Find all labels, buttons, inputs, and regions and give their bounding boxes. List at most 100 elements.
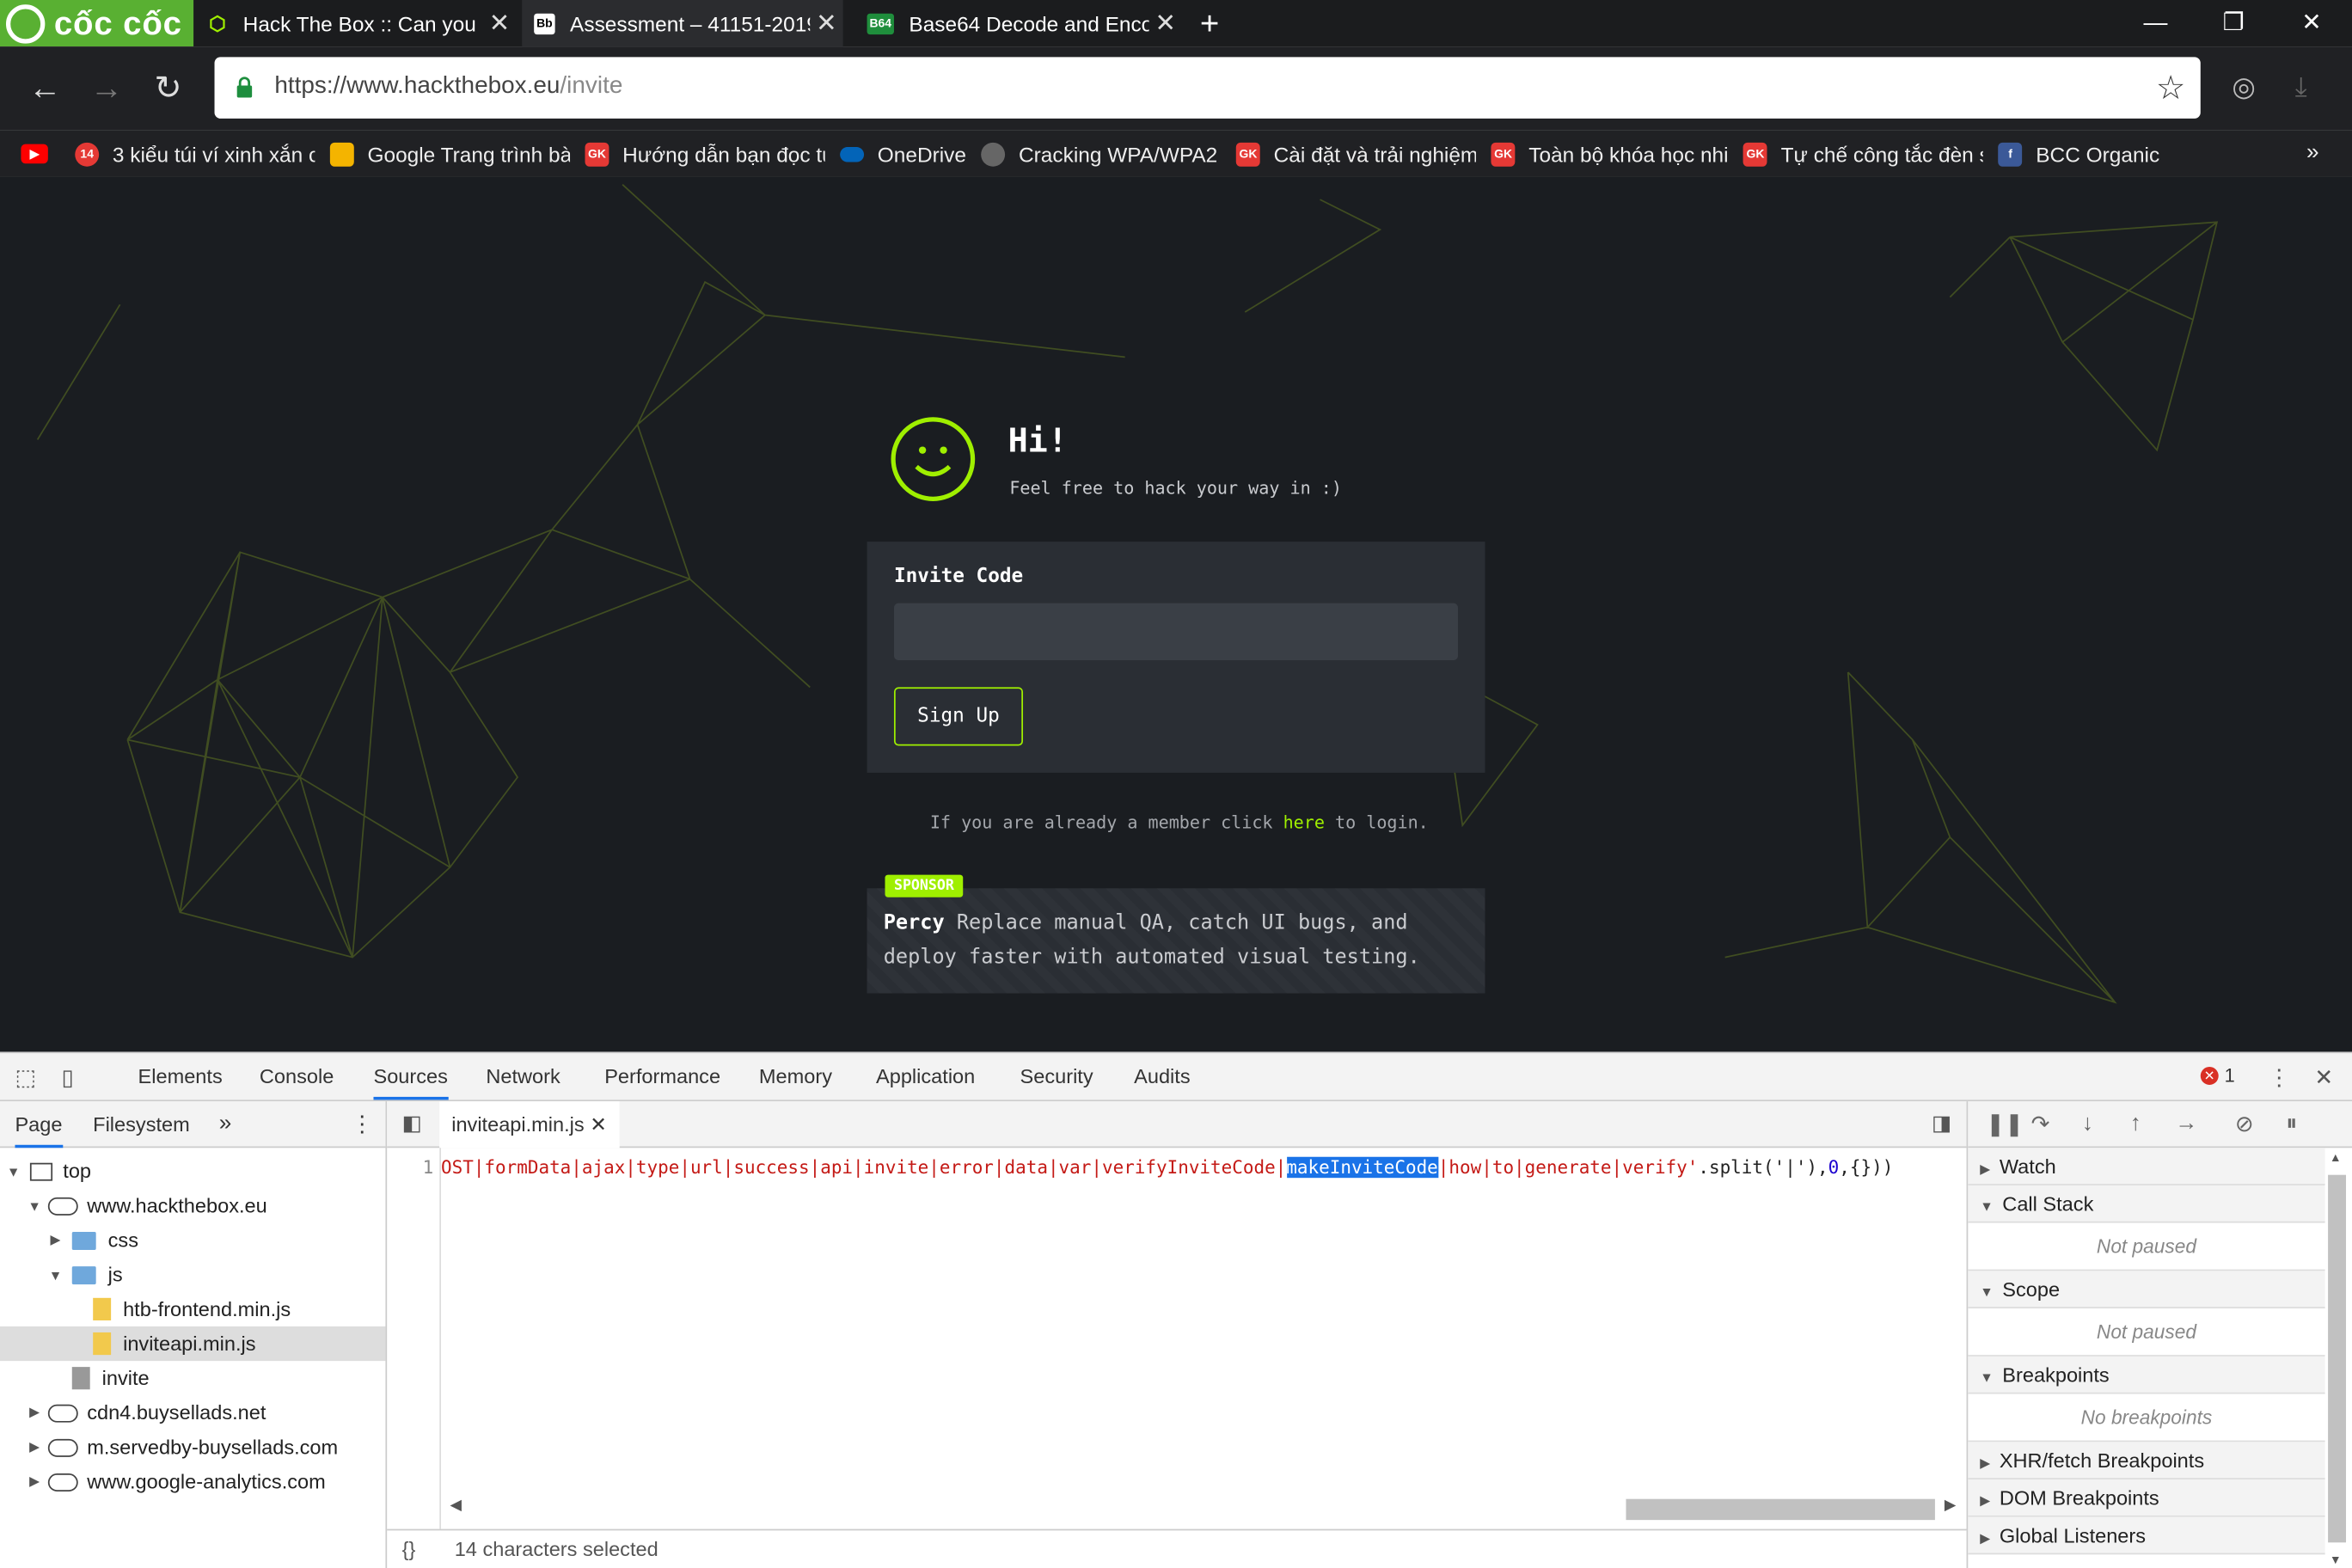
tab-memory[interactable]: Memory (759, 1053, 832, 1099)
section-breakpoints[interactable]: ▼ Breakpoints (1968, 1356, 2325, 1394)
expand-arrow-icon[interactable]: ▶ (27, 1473, 41, 1490)
error-counter[interactable]: ✕ 1 (2200, 1065, 2235, 1087)
section-dom-breakpoints[interactable]: ▶ DOM Breakpoints (1968, 1479, 2325, 1517)
scroll-left-icon[interactable]: ◀ (450, 1498, 461, 1514)
expand-arrow-icon[interactable]: ▼ (27, 1198, 41, 1213)
step-out-icon[interactable]: ↑ (2130, 1111, 2141, 1136)
pause-on-exceptions-icon[interactable]: ⏸ (2286, 1111, 2297, 1136)
close-tab-icon[interactable]: ✕ (1149, 9, 1182, 39)
tree-item-invite[interactable]: invite (0, 1361, 385, 1395)
close-tab-icon[interactable]: ✕ (810, 9, 842, 39)
tab-elements[interactable]: Elements (138, 1053, 223, 1099)
incognito-icon[interactable]: ◎ (2232, 72, 2255, 104)
step-over-icon[interactable]: ↷ (2031, 1111, 2050, 1137)
section-call-stack[interactable]: ▼ Call Stack (1968, 1185, 2325, 1223)
close-window-icon[interactable]: ✕ (2273, 0, 2351, 46)
bookmark-item[interactable]: GK Cài đặt và trải nghiệm (1236, 141, 1476, 166)
tab-assessment[interactable]: Bb Assessment – 41151-2019 ✕ (522, 0, 843, 47)
step-icon[interactable]: → (2175, 1111, 2197, 1136)
bookmark-item[interactable]: Google Trang trình bà (329, 141, 570, 166)
section-scope[interactable]: ▼ Scope (1968, 1271, 2325, 1309)
invite-code-input[interactable] (893, 603, 1459, 660)
deactivate-breakpoints-icon[interactable]: ⊘ (2235, 1111, 2254, 1137)
new-tab-button[interactable]: + (1200, 0, 1219, 46)
close-devtools-icon[interactable]: ✕ (2314, 1064, 2333, 1091)
debugger-scrollbar[interactable]: ▲ ▼ (2324, 1151, 2350, 1568)
section-xhr-breakpoints[interactable]: ▶ XHR/fetch Breakpoints (1968, 1442, 2325, 1480)
kebab-menu-icon[interactable]: ⋮ (2268, 1064, 2290, 1091)
minimize-icon[interactable]: — (2116, 0, 2195, 46)
tree-item-css[interactable]: ▶ css (0, 1223, 385, 1258)
restore-icon[interactable]: ❐ (2195, 0, 2273, 46)
bookmark-item[interactable]: GK Toàn bộ khóa học nhi (1491, 141, 1729, 166)
login-link[interactable]: here (1283, 812, 1325, 832)
sign-up-button[interactable]: Sign Up (893, 687, 1024, 746)
tab-audits[interactable]: Audits (1134, 1053, 1190, 1099)
more-tabs-icon[interactable]: » (219, 1111, 232, 1136)
scroll-up-icon[interactable]: ▲ (2330, 1151, 2342, 1165)
tree-item-buysellads[interactable]: ▶ cdn4.buysellads.net (0, 1395, 385, 1430)
section-watch[interactable]: ▶ Watch (1968, 1148, 2325, 1185)
tab-base64[interactable]: B64 Base64 Decode and Encoc ✕ (855, 0, 1182, 46)
bookmark-item[interactable]: 14 3 kiểu túi ví xinh xắn c (75, 141, 315, 166)
tab-page[interactable]: Page (15, 1113, 63, 1148)
scroll-right-icon[interactable]: ▶ (1945, 1498, 1956, 1514)
forward-arrow-icon[interactable]: → (87, 69, 126, 107)
tree-item-top[interactable]: ▼ top (0, 1154, 385, 1188)
tab-console[interactable]: Console (260, 1053, 334, 1099)
tree-item-htb-frontend[interactable]: htb-frontend.min.js (0, 1292, 385, 1326)
scroll-down-icon[interactable]: ▼ (2330, 1553, 2342, 1567)
tree-item-google-analytics[interactable]: ▶ www.google-analytics.com (0, 1465, 385, 1499)
tab-sources[interactable]: Sources (373, 1053, 448, 1100)
step-into-icon[interactable]: ↓ (2082, 1111, 2093, 1136)
tab-network[interactable]: Network (486, 1053, 560, 1099)
file-tab-label: inviteapi.min.js (451, 1113, 585, 1136)
tree-item-hackthebox[interactable]: ▼ www.hackthebox.eu (0, 1188, 385, 1222)
inspect-element-icon[interactable]: ⬚ (15, 1064, 36, 1091)
reload-icon[interactable]: ↻ (149, 69, 187, 107)
close-tab-icon[interactable]: ✕ (483, 9, 516, 39)
bookmark-item[interactable]: GK Hướng dẫn bạn đọc tự (585, 141, 825, 166)
expand-arrow-icon[interactable]: ▼ (48, 1267, 63, 1282)
tab-performance[interactable]: Performance (604, 1053, 720, 1099)
bookmark-item[interactable]: GK Tự chế công tắc đèn s (1743, 141, 1983, 166)
sponsor-box[interactable]: Percy Replace manual QA, catch UI bugs, … (867, 888, 1485, 994)
expand-arrow-icon[interactable]: ▶ (48, 1232, 63, 1248)
toggle-navigator-icon[interactable]: ◧ (402, 1111, 422, 1136)
error-count: 1 (2224, 1065, 2235, 1087)
tab-application[interactable]: Application (876, 1053, 975, 1099)
expand-arrow-icon[interactable]: ▶ (27, 1439, 41, 1455)
scrollbar-thumb[interactable] (1626, 1498, 1935, 1521)
tab-security[interactable]: Security (1020, 1053, 1093, 1099)
tab-title: Hack The Box :: Can you h (242, 11, 483, 36)
scrollbar-thumb[interactable] (2328, 1174, 2347, 1543)
bookmark-item[interactable]: Cracking WPA/WPA2 | (981, 141, 1222, 166)
tab-filesystem[interactable]: Filesystem (93, 1113, 190, 1136)
pause-icon[interactable]: ❚❚ (1986, 1111, 2024, 1137)
code-line[interactable]: OST|formData|ajax|type|url|success|api|i… (441, 1156, 1893, 1179)
close-file-icon[interactable]: ✕ (590, 1113, 607, 1136)
bookmarks-more-icon[interactable]: » (2306, 139, 2319, 165)
tree-item-inviteapi[interactable]: inviteapi.min.js (0, 1326, 386, 1362)
device-toolbar-icon[interactable]: ▯ (62, 1064, 74, 1091)
bookmark-item[interactable]: ▶ (21, 144, 59, 164)
expand-arrow-icon[interactable]: ▶ (27, 1405, 41, 1421)
bookmark-star-icon[interactable]: ☆ (2156, 69, 2185, 107)
toggle-debugger-icon[interactable]: ◨ (1932, 1111, 1951, 1136)
navigator-menu-icon[interactable]: ⋮ (351, 1111, 373, 1137)
bookmark-item[interactable]: OneDrive (840, 142, 966, 166)
coccoc-logo[interactable]: cốc cốc (0, 0, 194, 47)
section-global-listeners[interactable]: ▶ Global Listeners (1968, 1516, 2325, 1555)
back-arrow-icon[interactable]: ← (26, 69, 64, 107)
download-icon[interactable]: ⤓ (2295, 72, 2307, 104)
tree-item-js[interactable]: ▼ js (0, 1258, 385, 1292)
address-bar[interactable]: https://www.hackthebox.eu/invite ☆ (214, 57, 2201, 119)
bookmark-item[interactable]: f BCC Organic (1998, 141, 2159, 166)
tree-item-servedby[interactable]: ▶ m.servedby-buysellads.com (0, 1430, 385, 1464)
pretty-print-icon[interactable]: {} (402, 1538, 416, 1560)
horizontal-scrollbar[interactable]: ◀ ▶ (441, 1494, 1959, 1521)
bookmark-label: OneDrive (877, 141, 966, 166)
tab-hackthebox[interactable]: ⬡ Hack The Box :: Can you h ✕ (195, 0, 516, 46)
expand-arrow-icon[interactable]: ▼ (6, 1164, 21, 1179)
file-tab-inviteapi[interactable]: inviteapi.min.js ✕ (439, 1101, 619, 1148)
